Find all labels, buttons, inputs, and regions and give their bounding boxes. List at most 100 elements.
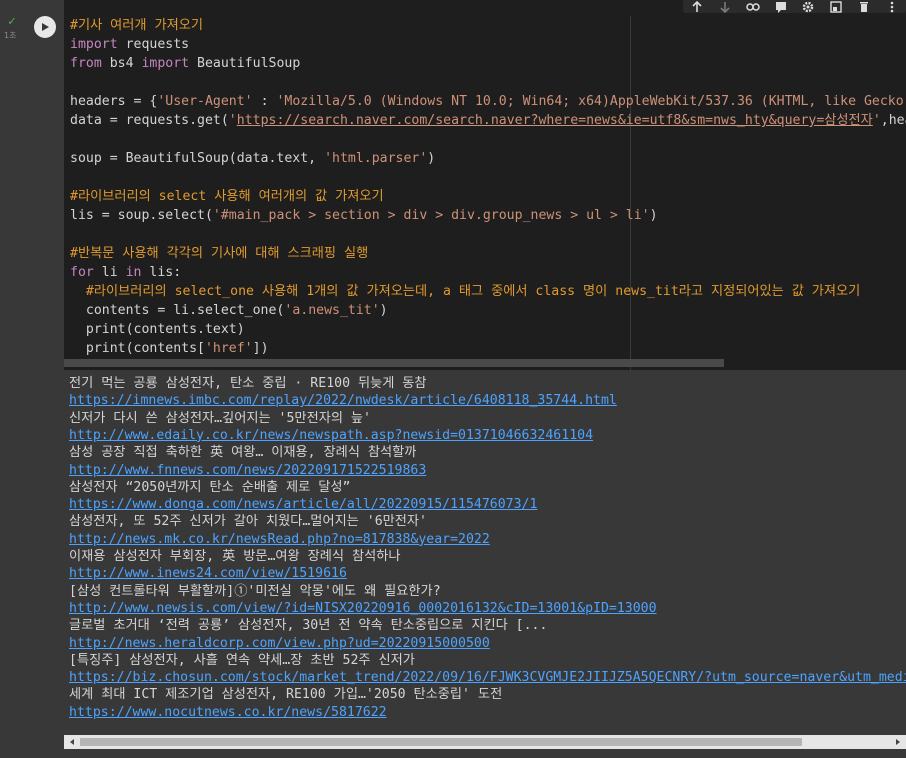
code-line[interactable]: #라이브러리의 select_one 사용해 1개의 값 가져오는데, a 태그… bbox=[70, 282, 906, 301]
move-down-button[interactable] bbox=[715, 0, 735, 13]
output-link[interactable]: https://www.nocutnews.co.kr/news/5817622 bbox=[69, 705, 387, 720]
output-link[interactable]: http://www.inews24.com/view/1519616 bbox=[69, 566, 347, 581]
code-token: #라이브러리의 select_one 사용해 1개의 값 가져오는데, a 태그… bbox=[85, 284, 861, 299]
code-token: ,headers=heade bbox=[880, 113, 906, 128]
arrow-down-icon bbox=[720, 1, 730, 13]
code-token: contents = li.select_one( bbox=[70, 303, 285, 318]
code-line[interactable]: import requests bbox=[70, 35, 906, 54]
output-link[interactable]: https://imnews.imbc.com/replay/2022/nwde… bbox=[69, 393, 617, 408]
arrow-up-icon bbox=[692, 0, 702, 12]
code-token: headers = { bbox=[70, 94, 158, 109]
cell-output: 전기 먹는 공룡 삼성전자, 탄소 중립 · RE100 뒤늦게 동참 https… bbox=[64, 370, 906, 735]
output-link[interactable]: https://biz.chosun.com/stock/market_tren… bbox=[69, 670, 906, 685]
output-title: 글로벌 초거대 ‘전력 공룡’ 삼성전자, 30년 전 약속 탄소중립으로 지킨… bbox=[69, 618, 548, 634]
code-line[interactable]: data = requests.get('https://search.nave… bbox=[70, 111, 906, 130]
output-title: 이재용 삼성전자 부회장, 英 방문…여왕 장례식 참석하나 bbox=[69, 549, 401, 564]
code-line[interactable] bbox=[70, 225, 906, 244]
code-token: 'href' bbox=[204, 341, 253, 356]
code-token: #반복문 사용해 각각의 기사에 대해 스크래핑 실행 bbox=[70, 246, 369, 261]
code-line[interactable]: #라이브러리의 select 사용해 여러개의 값 가져오기 bbox=[70, 187, 906, 206]
output-link-row: http://news.heraldcorp.com/view.php?ud=2… bbox=[69, 635, 490, 652]
output-link[interactable]: http://www.fnnews.com/news/2022091715225… bbox=[69, 463, 426, 478]
code-token: lis: bbox=[141, 265, 182, 280]
run-column bbox=[24, 0, 64, 370]
code-editor[interactable]: #기사 여러개 가져오기 import requests from bs4 impo… bbox=[64, 0, 906, 370]
code-token: print(contents[ bbox=[70, 341, 205, 356]
output-title: [삼성 컨트롤타워 부활할까]①'미전실 악몽'에도 왜 필요한가? bbox=[69, 583, 441, 599]
code-line[interactable]: soup = BeautifulSoup(data.text, 'html.pa… bbox=[70, 149, 906, 168]
trash-icon bbox=[860, 1, 869, 12]
code-token: soup = BeautifulSoup(data.text, bbox=[70, 151, 325, 166]
output-link[interactable]: http://news.mk.co.kr/newsRead.php?no=817… bbox=[69, 532, 490, 547]
output-link-row: http://www.inews24.com/view/1519616 bbox=[69, 565, 347, 582]
code-token: BeautifulSoup bbox=[189, 56, 301, 71]
output-link-row: https://www.nocutnews.co.kr/news/5817622 bbox=[69, 704, 387, 721]
code-token: #기사 여러개 가져오기 bbox=[70, 18, 204, 33]
code-line[interactable]: print(contents.text) bbox=[70, 320, 906, 339]
gear-icon bbox=[803, 1, 814, 12]
output-link-row: https://biz.chosun.com/stock/market_tren… bbox=[69, 669, 906, 686]
code-token: ' bbox=[872, 113, 881, 128]
code-token: ) bbox=[427, 151, 436, 166]
output-link-row: http://www.edaily.co.kr/news/newspath.as… bbox=[69, 427, 593, 444]
editor-horizontal-scrollbar[interactable] bbox=[64, 359, 724, 367]
output-title: 전기 먹는 공룡 삼성전자, 탄소 중립 · RE100 뒤늦게 동참 bbox=[69, 376, 427, 391]
code-token: li bbox=[93, 265, 126, 280]
code-token: requests bbox=[117, 37, 190, 52]
comment-button[interactable] bbox=[771, 0, 791, 13]
code-line[interactable] bbox=[70, 73, 906, 92]
code-line[interactable] bbox=[70, 130, 906, 149]
chevron-left-icon[interactable] bbox=[67, 737, 77, 747]
code-token: 'User-Agent' bbox=[157, 94, 253, 109]
mirror-cell-icon bbox=[830, 0, 843, 13]
code-token: ]) bbox=[252, 341, 269, 356]
more-options-button[interactable] bbox=[882, 0, 902, 13]
code-token: 'a.news_tit' bbox=[284, 303, 380, 318]
code-line[interactable]: #반복문 사용해 각각의 기사에 대해 스크래핑 실행 bbox=[70, 244, 906, 263]
scrollbar-thumb[interactable] bbox=[80, 738, 802, 746]
output-link[interactable]: http://www.newsis.com/view/?id=NISX20220… bbox=[69, 601, 657, 616]
output-horizontal-scrollbar[interactable] bbox=[64, 735, 906, 749]
output-title: 삼성 공장 직접 축하한 英 여왕… 이재용, 장례식 참석할까 bbox=[69, 445, 417, 461]
code-line[interactable]: headers = {'User-Agent' : 'Mozilla/5.0 (… bbox=[70, 92, 906, 111]
code-line[interactable]: for li in lis: bbox=[70, 263, 906, 282]
code-token: '#main_pack > section > div > div.group_… bbox=[212, 208, 650, 223]
execution-time-label: 1초 bbox=[4, 31, 17, 40]
link-button[interactable] bbox=[743, 0, 763, 13]
output-link[interactable]: http://news.heraldcorp.com/view.php?ud=2… bbox=[69, 636, 490, 651]
code-line[interactable]: contents = li.select_one('a.news_tit') bbox=[70, 301, 906, 320]
output-title: [특징주] 삼성전자, 사흘 연속 약세…장 초반 52주 신저가 bbox=[69, 652, 415, 668]
output-link[interactable]: http://www.edaily.co.kr/news/newspath.as… bbox=[69, 428, 593, 443]
run-cell-button[interactable] bbox=[34, 16, 56, 38]
code-token: ) bbox=[379, 303, 388, 318]
output-title: 삼성전자, 또 52주 신저가 갈아 치웠다…멀어지는 '6만전자' bbox=[69, 514, 427, 530]
link-icon bbox=[745, 2, 760, 11]
code-token: ' bbox=[228, 113, 237, 128]
move-up-button[interactable] bbox=[687, 0, 707, 13]
code-token: 'html.parser' bbox=[324, 151, 428, 166]
code-token: #라이브러리의 select 사용해 여러개의 값 가져오기 bbox=[70, 189, 384, 204]
mirror-cell-button[interactable] bbox=[826, 0, 846, 13]
play-icon bbox=[42, 23, 49, 31]
code-line[interactable]: from bs4 import BeautifulSoup bbox=[70, 54, 906, 73]
output-link-row: http://news.mk.co.kr/newsRead.php?no=817… bbox=[69, 531, 490, 548]
chevron-right-icon[interactable] bbox=[893, 737, 903, 747]
code-line[interactable]: lis = soup.select('#main_pack > section … bbox=[70, 206, 906, 225]
settings-button[interactable] bbox=[798, 0, 818, 13]
code-lines[interactable]: #기사 여러개 가져오기 import requests from bs4 impo… bbox=[70, 16, 906, 358]
cell-toolbar bbox=[683, 0, 906, 13]
output-link[interactable]: https://www.donga.com/news/article/all/2… bbox=[69, 497, 537, 512]
code-line[interactable] bbox=[70, 168, 906, 187]
cell-bottom bbox=[24, 749, 906, 758]
delete-cell-button[interactable] bbox=[854, 0, 874, 13]
more-vert-icon bbox=[890, 1, 894, 12]
code-token: for bbox=[70, 265, 94, 280]
output-link-row: https://imnews.imbc.com/replay/2022/nwde… bbox=[69, 392, 617, 409]
code-url-token[interactable]: https://search.naver.com/search.naver?wh… bbox=[237, 113, 873, 128]
output-title: 세계 최대 ICT 제조기업 삼성전자, RE100 가입…'2050 탄소중립… bbox=[69, 687, 503, 703]
code-line[interactable]: #기사 여러개 가져오기 bbox=[70, 16, 906, 35]
code-token: 'Mozilla/5.0 (Windows NT 10.0; Win64; x6… bbox=[276, 94, 906, 109]
code-line[interactable]: print(contents['href']) bbox=[70, 339, 906, 358]
code-token: lis = soup.select( bbox=[70, 208, 213, 223]
